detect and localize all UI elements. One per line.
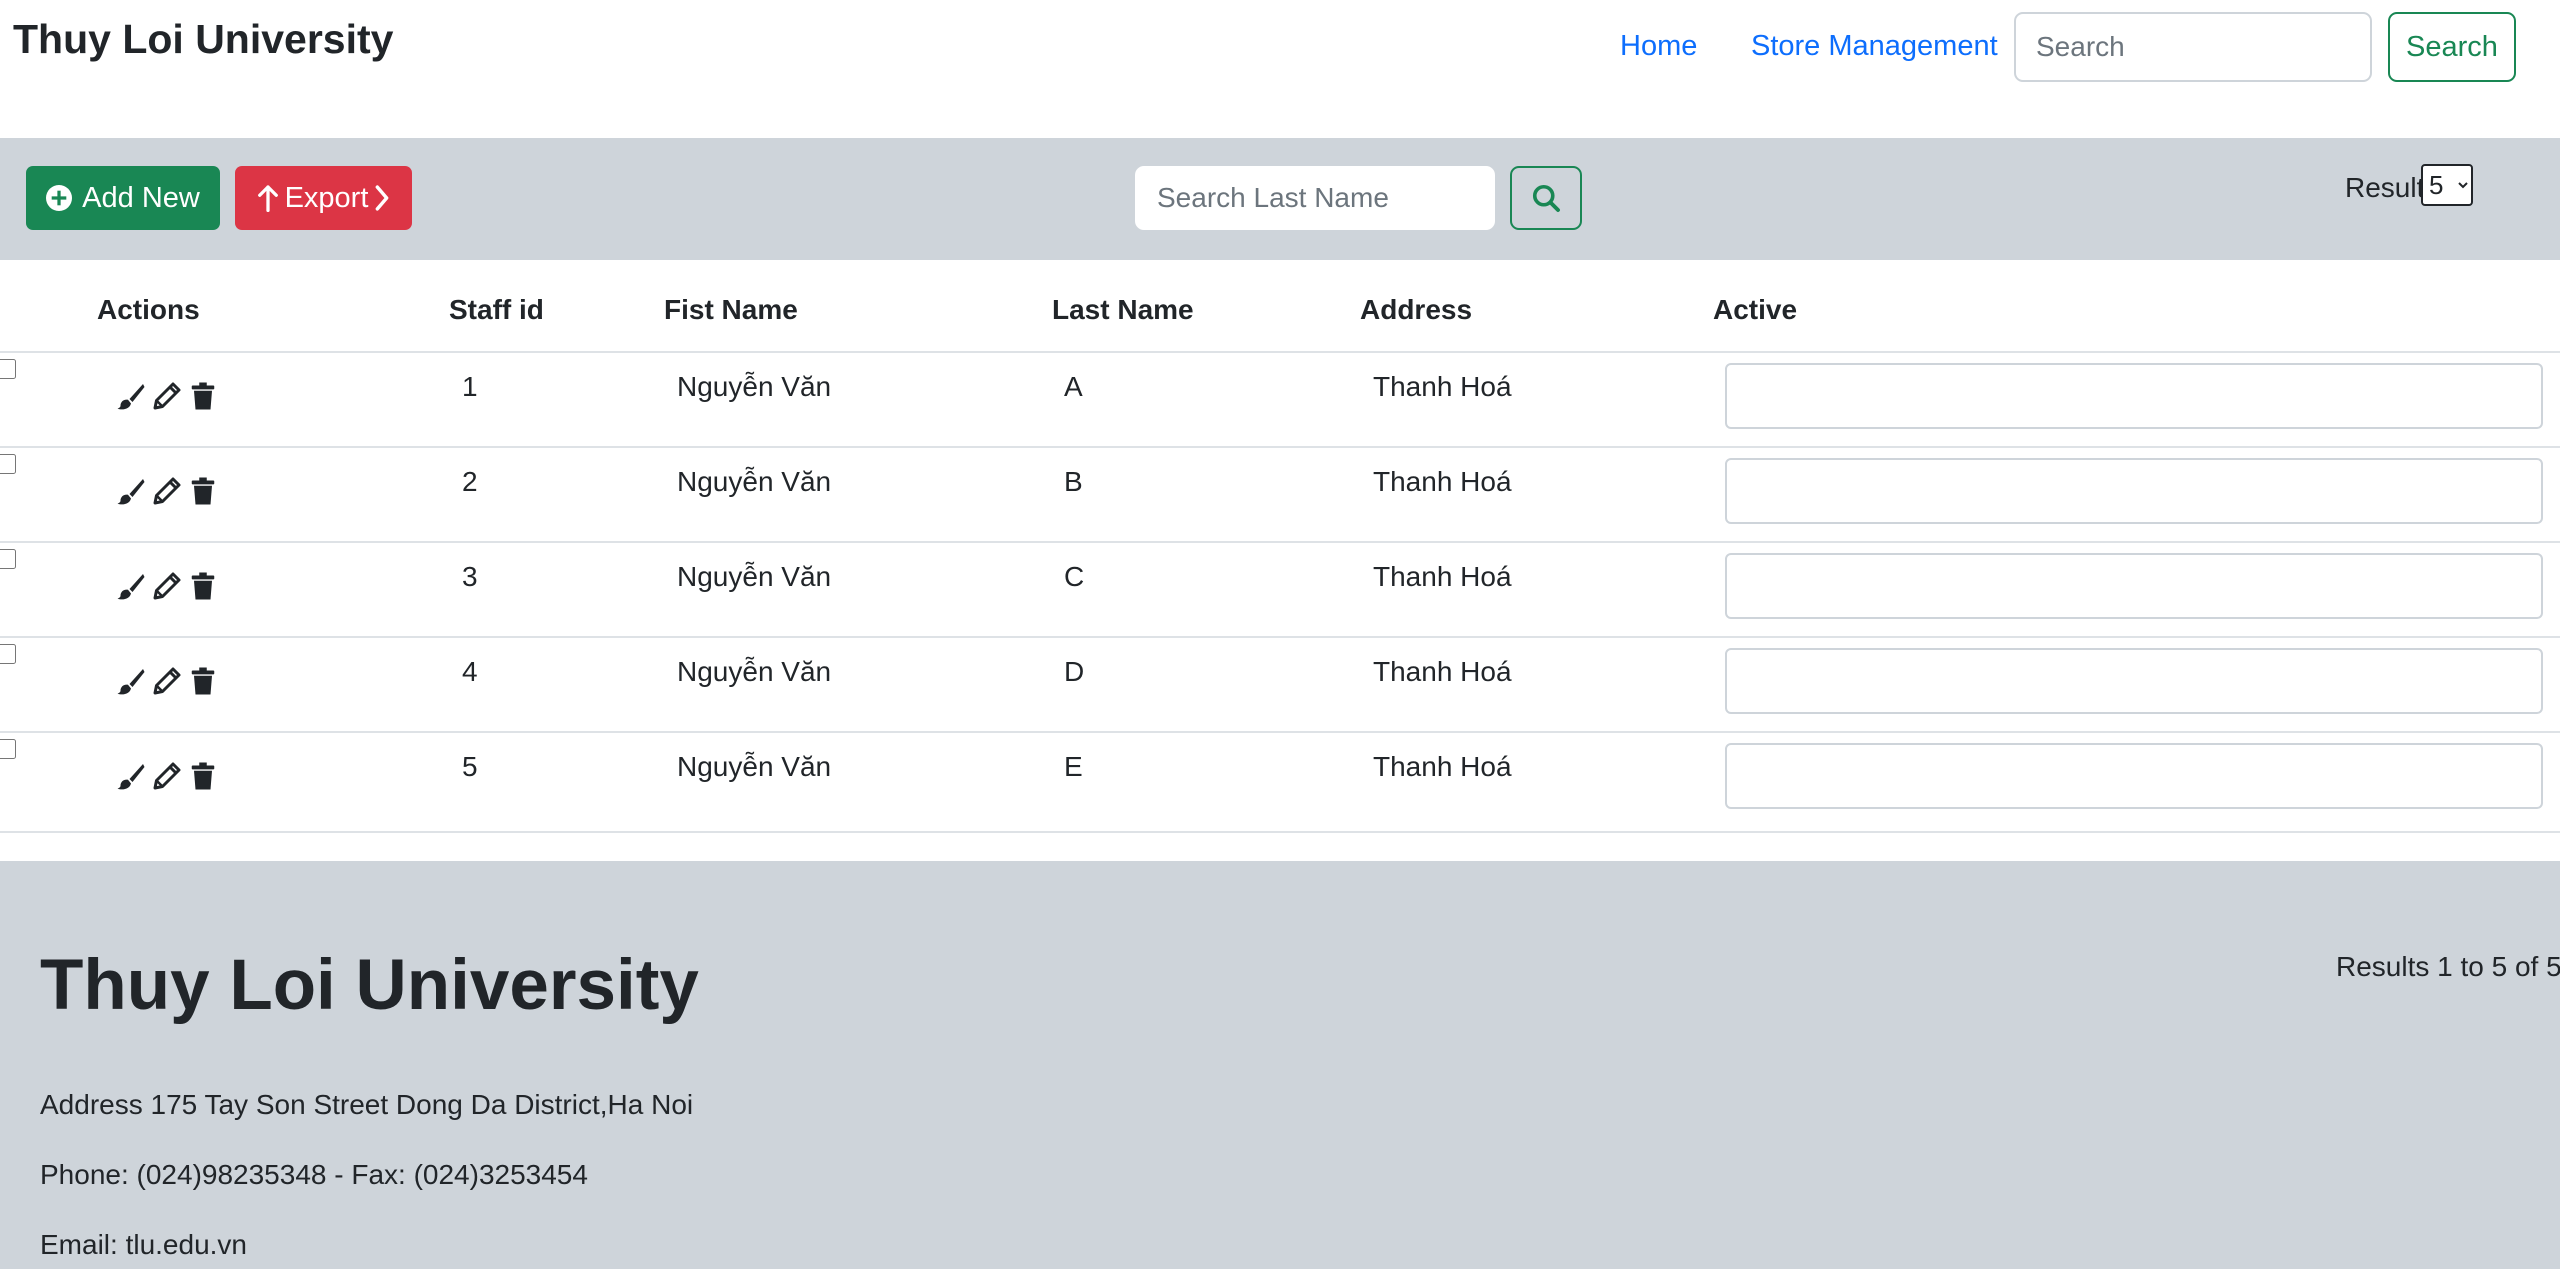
cell-last-name: D — [1064, 656, 1085, 687]
cell-last-name: B — [1064, 466, 1083, 497]
search-last-name-input[interactable] — [1135, 166, 1495, 230]
active-input[interactable] — [1725, 648, 2543, 714]
table-row: 5 Nguyễn Văn E Thanh Hoá — [0, 731, 2560, 828]
result-label: Result — [2345, 172, 2425, 203]
active-input[interactable] — [1725, 458, 2543, 524]
nav-link-home[interactable]: Home — [1620, 30, 1697, 63]
footer-email: Email: tlu.edu.vn — [40, 1229, 247, 1260]
cell-staff-id: 3 — [462, 561, 478, 592]
cell-first-name: Nguyễn Văn — [677, 656, 832, 687]
cell-first-name: Nguyễn Văn — [677, 371, 832, 402]
cell-staff-id: 1 — [462, 371, 478, 402]
row-actions — [116, 571, 218, 601]
chevron-right-icon — [376, 185, 389, 211]
header-address: Address — [1360, 294, 1473, 325]
cell-staff-id: 5 — [462, 751, 478, 782]
row-checkbox[interactable] — [0, 359, 16, 379]
cell-address: Thanh Hoá — [1373, 371, 1512, 402]
pencil-icon[interactable] — [152, 666, 182, 696]
row-actions — [116, 761, 218, 791]
cell-first-name: Nguyễn Văn — [677, 561, 832, 592]
arrow-up-icon — [257, 185, 278, 212]
cell-address: Thanh Hoá — [1373, 561, 1512, 592]
plus-circle-icon — [46, 185, 73, 211]
brush-icon[interactable] — [116, 666, 146, 696]
cell-last-name: A — [1064, 371, 1083, 402]
brush-icon[interactable] — [116, 381, 146, 411]
cell-first-name: Nguyễn Văn — [677, 751, 832, 782]
header-staff-id: Staff id — [449, 294, 544, 325]
trash-icon[interactable] — [188, 666, 218, 696]
cell-last-name: E — [1064, 751, 1083, 782]
cell-address: Thanh Hoá — [1373, 751, 1512, 782]
row-checkbox[interactable] — [0, 739, 16, 759]
row-checkbox[interactable] — [0, 549, 16, 569]
pencil-icon[interactable] — [152, 476, 182, 506]
brush-icon[interactable] — [116, 571, 146, 601]
toolbar: Add New Export Result 5 — [0, 138, 2560, 260]
header-last-name: Last Name — [1052, 294, 1194, 325]
table-divider — [0, 831, 2560, 833]
brand-title[interactable]: Thuy Loi University — [13, 16, 393, 63]
footer-title: Thuy Loi University — [40, 946, 699, 1025]
row-checkbox[interactable] — [0, 454, 16, 474]
row-actions — [116, 381, 218, 411]
add-new-button[interactable]: Add New — [26, 166, 220, 230]
nav-search-input[interactable] — [2014, 12, 2372, 82]
top-navbar: Thuy Loi University Home Store Managemen… — [0, 0, 2560, 138]
cell-address: Thanh Hoá — [1373, 466, 1512, 497]
footer-phone: Phone: (024)98235348 - Fax: (024)3253454 — [40, 1159, 588, 1190]
export-label: Export — [284, 181, 369, 214]
brush-icon[interactable] — [116, 476, 146, 506]
cell-staff-id: 2 — [462, 466, 478, 497]
cell-address: Thanh Hoá — [1373, 656, 1512, 687]
nav-search-button[interactable]: Search — [2388, 12, 2516, 82]
trash-icon[interactable] — [188, 761, 218, 791]
cell-last-name: C — [1064, 561, 1085, 592]
table-row: 4 Nguyễn Văn D Thanh Hoá — [0, 636, 2560, 733]
header-first-name: Fist Name — [664, 294, 798, 325]
trash-icon[interactable] — [188, 381, 218, 411]
active-input[interactable] — [1725, 553, 2543, 619]
active-input[interactable] — [1725, 743, 2543, 809]
footer-address: Address 175 Tay Son Street Dong Da Distr… — [40, 1089, 694, 1120]
header-active: Active — [1713, 294, 1798, 325]
active-input[interactable] — [1725, 363, 2543, 429]
trash-icon[interactable] — [188, 476, 218, 506]
row-checkbox[interactable] — [0, 644, 16, 664]
pencil-icon[interactable] — [152, 381, 182, 411]
cell-first-name: Nguyễn Văn — [677, 466, 832, 497]
pencil-icon[interactable] — [152, 571, 182, 601]
add-new-label: Add New — [82, 181, 200, 214]
export-button[interactable]: Export — [235, 166, 412, 230]
result-count-select[interactable]: 5 — [2421, 164, 2473, 206]
footer: Thuy Loi University Results 1 to 5 of 5 … — [0, 861, 2560, 1269]
table-row: 3 Nguyễn Văn C Thanh Hoá — [0, 541, 2560, 638]
results-summary: Results 1 to 5 of 5 — [2336, 951, 2560, 982]
brush-icon[interactable] — [116, 761, 146, 791]
trash-icon[interactable] — [188, 571, 218, 601]
table-row: 1 Nguyễn Văn A Thanh Hoá — [0, 351, 2560, 448]
row-actions — [116, 666, 218, 696]
row-actions — [116, 476, 218, 506]
table-row: 2 Nguyễn Văn B Thanh Hoá — [0, 446, 2560, 543]
cell-staff-id: 4 — [462, 656, 478, 687]
nav-link-store-management[interactable]: Store Management — [1751, 30, 1998, 63]
search-icon — [1532, 184, 1560, 212]
header-actions: Actions — [97, 294, 200, 325]
search-last-name-button[interactable] — [1510, 166, 1582, 230]
pencil-icon[interactable] — [152, 761, 182, 791]
